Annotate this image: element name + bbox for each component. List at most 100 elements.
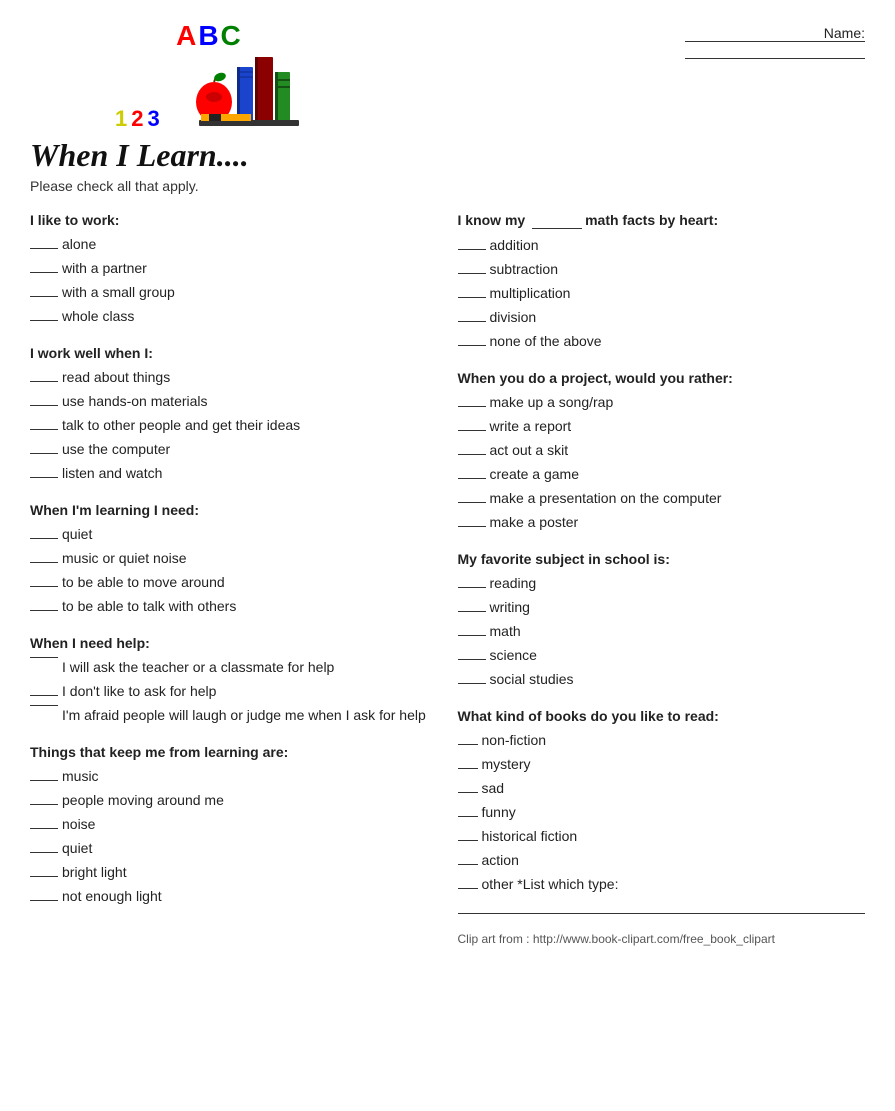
list-item: act out a skit — [458, 440, 866, 461]
item-hands-on: use hands-on materials — [62, 391, 208, 412]
item-alone: alone — [62, 234, 96, 255]
item-action: action — [482, 850, 519, 871]
item-talk-others: to be able to talk with others — [62, 596, 236, 617]
checkbox-line — [458, 321, 486, 322]
section-work-well-title: I work well when I: — [30, 345, 438, 361]
list-item: noise — [30, 814, 438, 835]
checkbox-line — [458, 888, 478, 889]
checkbox-line — [458, 768, 478, 769]
other-type-line — [458, 898, 866, 914]
num-1: 1 — [115, 106, 131, 131]
item-reading: reading — [490, 573, 537, 594]
list-item: music or quiet noise — [30, 548, 438, 569]
section-keep-title: Things that keep me from learning are: — [30, 744, 438, 760]
item-none: none of the above — [490, 331, 602, 352]
section-books: What kind of books do you like to read: … — [458, 708, 866, 914]
item-writing: writing — [490, 597, 530, 618]
list-item: sad — [458, 778, 866, 799]
item-ask-teacher: I will ask the teacher or a classmate fo… — [62, 657, 334, 678]
checkbox-line — [458, 430, 486, 431]
list-item: none of the above — [458, 331, 866, 352]
checkbox-line — [30, 538, 58, 539]
math-blank — [532, 212, 582, 229]
section-project: When you do a project, would you rather:… — [458, 370, 866, 533]
list-item: writing — [458, 597, 866, 618]
checkbox-line — [458, 816, 478, 817]
section-like-to-work: I like to work: alone with a partner wit… — [30, 212, 438, 327]
list-item: make a poster — [458, 512, 866, 533]
list-item: read about things — [30, 367, 438, 388]
checkbox-line — [458, 249, 486, 250]
list-item: funny — [458, 802, 866, 823]
checkbox-line — [30, 248, 58, 249]
list-item: make a presentation on the computer — [458, 488, 866, 509]
section-math-facts: I know my math facts by heart: addition … — [458, 212, 866, 352]
checkbox-line — [458, 864, 478, 865]
item-afraid: I'm afraid people will laugh or judge me… — [62, 705, 426, 726]
list-item: action — [458, 850, 866, 871]
item-partner: with a partner — [62, 258, 147, 279]
item-music-distract: music — [62, 766, 99, 787]
item-noise: noise — [62, 814, 95, 835]
list-item: historical fiction — [458, 826, 866, 847]
list-item: science — [458, 645, 866, 666]
list-item: people moving around me — [30, 790, 438, 811]
list-item: to be able to move around — [30, 572, 438, 593]
item-mystery: mystery — [482, 754, 531, 775]
item-read: read about things — [62, 367, 170, 388]
item-whole-class: whole class — [62, 306, 134, 327]
checkbox-line — [30, 828, 58, 829]
list-item: use hands-on materials — [30, 391, 438, 412]
item-poster: make a poster — [490, 512, 579, 533]
section-books-title: What kind of books do you like to read: — [458, 708, 866, 724]
checkbox-line — [30, 562, 58, 563]
item-multiplication: multiplication — [490, 283, 571, 304]
checkbox-line — [30, 804, 58, 805]
section-like-to-work-title: I like to work: — [30, 212, 438, 228]
checkbox-line — [458, 744, 478, 745]
checkbox-line — [30, 657, 58, 658]
list-item: other *List which type: — [458, 874, 866, 895]
item-game: create a game — [490, 464, 580, 485]
item-funny: funny — [482, 802, 516, 823]
section-project-title: When you do a project, would you rather: — [458, 370, 866, 386]
list-item: I'm afraid people will laugh or judge me… — [30, 705, 438, 726]
checkbox-line — [30, 586, 58, 587]
checkbox-line — [30, 272, 58, 273]
item-addition: addition — [490, 235, 539, 256]
checkbox-line — [30, 405, 58, 406]
list-item: alone — [30, 234, 438, 255]
item-sad: sad — [482, 778, 505, 799]
list-item: whole class — [30, 306, 438, 327]
item-talk: talk to other people and get their ideas — [62, 415, 300, 436]
checkbox-line — [30, 852, 58, 853]
section-learning-need-title: When I'm learning I need: — [30, 502, 438, 518]
list-item: bright light — [30, 862, 438, 883]
checkbox-line — [30, 780, 58, 781]
letter-b: B — [198, 20, 220, 51]
list-item: division — [458, 307, 866, 328]
checkbox-line — [458, 611, 486, 612]
num-3: 3 — [148, 106, 164, 131]
right-column: I know my math facts by heart: addition … — [458, 212, 866, 946]
section-favorite-title: My favorite subject in school is: — [458, 551, 866, 567]
list-item: multiplication — [458, 283, 866, 304]
list-item: use the computer — [30, 439, 438, 460]
list-item: math — [458, 621, 866, 642]
item-social-studies: social studies — [490, 669, 574, 690]
item-skit: act out a skit — [490, 440, 569, 461]
name-underline — [685, 42, 865, 59]
item-nonfiction: non-fiction — [482, 730, 547, 751]
letter-a: A — [176, 20, 198, 51]
name-field: Name: — [615, 20, 865, 59]
list-item: with a partner — [30, 258, 438, 279]
list-item: reading — [458, 573, 866, 594]
subtitle: Please check all that apply. — [30, 178, 865, 194]
item-quiet: quiet — [62, 524, 92, 545]
checkbox-line — [458, 587, 486, 588]
item-listen: listen and watch — [62, 463, 162, 484]
checkbox-line — [30, 900, 58, 901]
checkbox-line — [458, 454, 486, 455]
section-keep-from-learning: Things that keep me from learning are: m… — [30, 744, 438, 907]
item-presentation: make a presentation on the computer — [490, 488, 722, 509]
